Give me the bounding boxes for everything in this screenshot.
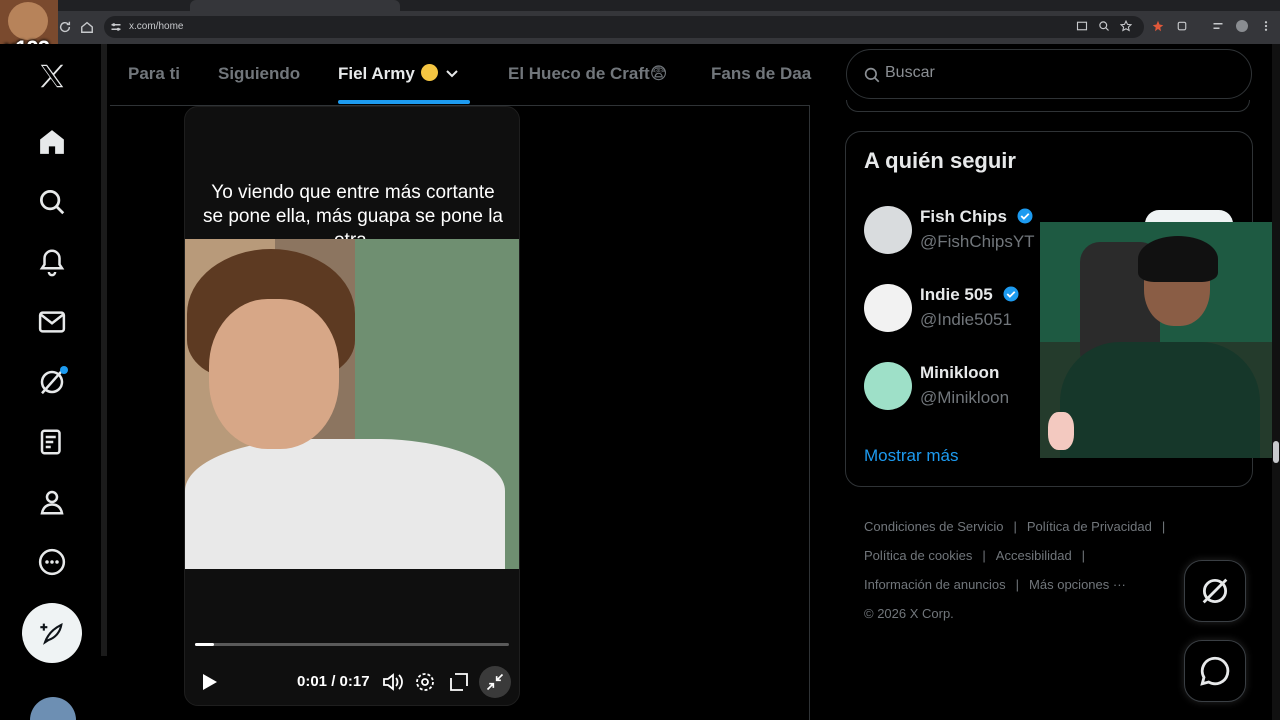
verified-badge-icon <box>1017 208 1033 224</box>
tab-fiel-army-label: Fiel Army <box>338 64 415 83</box>
footer-copyright: © 2026 X Corp. <box>864 606 954 621</box>
tab-para-ti[interactable]: Para ti <box>128 64 180 84</box>
user-name: Minikloon <box>920 363 1000 382</box>
picture-in-picture-icon[interactable] <box>447 670 471 694</box>
explore-search-icon[interactable] <box>36 186 68 218</box>
exit-fullscreen-button[interactable] <box>479 666 511 698</box>
tab-el-hueco-de-craft[interactable]: El Hueco de Craft😨 <box>508 64 667 84</box>
user-name-text: Indie 505 <box>920 285 993 304</box>
tab-fiel-army[interactable]: Fiel Army <box>338 64 460 84</box>
search-icon <box>864 67 880 83</box>
zoom-icon[interactable] <box>1098 20 1110 32</box>
user-name: Indie 505 <box>920 285 1020 305</box>
right-scrollbar[interactable] <box>1272 44 1280 720</box>
search-input[interactable] <box>885 64 1225 82</box>
verified-badge-icon <box>1003 286 1018 302</box>
user-handle: @FishChipsYT <box>920 232 1035 251</box>
extension-leaf-icon[interactable] <box>1152 20 1164 32</box>
profile-icon[interactable] <box>36 486 68 518</box>
tab-siguiendo[interactable]: Siguiendo <box>218 64 300 84</box>
footer-separator: | <box>1081 548 1086 563</box>
video-progress-bar[interactable] <box>195 643 509 646</box>
menu-dots-icon[interactable] <box>1260 20 1272 32</box>
search-box[interactable] <box>846 49 1252 99</box>
video-player[interactable]: Yo viendo que entre más cortante se pone… <box>184 106 520 706</box>
video-frame[interactable] <box>185 239 519 569</box>
left-scrollbar[interactable] <box>101 44 107 656</box>
tab-search-icon[interactable] <box>1212 20 1224 32</box>
who-to-follow-title: A quién seguir <box>864 148 1016 173</box>
grok-float-button[interactable] <box>1184 560 1246 622</box>
url-text[interactable]: x.com/home <box>129 21 183 32</box>
frame-shirt <box>185 439 505 569</box>
footer-links: Condiciones de Servicio | Política de Priv… <box>864 512 1194 628</box>
active-tab-indicator <box>338 100 470 104</box>
timeline-tabs: Para ti Siguiendo Fiel Army El Hueco de … <box>110 44 811 106</box>
left-nav <box>0 44 104 720</box>
footer-separator: | <box>1161 519 1166 534</box>
user-handle: @Minikloon <box>920 388 1010 407</box>
site-info-icon[interactable] <box>110 21 122 33</box>
lists-icon[interactable] <box>36 426 68 458</box>
user-handle: @Indie5051 <box>920 310 1012 329</box>
grok-icon[interactable] <box>36 366 68 398</box>
extensions-puzzle-icon[interactable] <box>1176 20 1188 32</box>
previous-panel-edge <box>846 100 1250 112</box>
chat-bubble-icon <box>1200 656 1230 686</box>
settings-gear-icon[interactable] <box>413 670 437 694</box>
footer-separator: | <box>1013 519 1017 534</box>
webcam-person-hair <box>1138 236 1218 282</box>
user-name: Fish Chips <box>920 207 1034 227</box>
notifications-bell-icon[interactable] <box>36 246 68 278</box>
emoji-icon <box>420 64 438 81</box>
avatar[interactable] <box>864 284 912 332</box>
profile-avatar-icon[interactable] <box>1236 20 1248 32</box>
compose-post-button[interactable] <box>22 603 82 663</box>
footer-terms-link[interactable]: Condiciones de Servicio <box>864 519 1003 534</box>
reload-icon[interactable] <box>58 20 72 34</box>
footer-cookies-link[interactable]: Política de cookies <box>864 548 972 563</box>
grok-notification-dot <box>60 366 68 374</box>
chevron-down-icon[interactable] <box>444 65 460 81</box>
footer-more-options-link[interactable]: Más opciones ··· <box>1029 577 1126 592</box>
home-icon[interactable] <box>36 126 68 158</box>
frame-face <box>209 299 339 449</box>
webcam-person-body <box>1060 342 1260 458</box>
timeline-column: Para ti Siguiendo Fiel Army El Hueco de … <box>110 44 811 720</box>
avatar[interactable] <box>864 362 912 410</box>
footer-ads-info-link[interactable]: Información de anuncios <box>864 577 1006 592</box>
address-bar[interactable] <box>104 16 1144 38</box>
more-options-icon[interactable] <box>36 546 68 578</box>
webcam-overlay <box>1040 222 1274 458</box>
collapse-arrows-icon <box>486 673 504 691</box>
volume-icon[interactable] <box>381 670 405 694</box>
feather-plus-icon <box>40 622 63 645</box>
video-time: 0:01 / 0:17 <box>297 673 370 690</box>
tab-fans-de-daa[interactable]: Fans de Daa <box>711 64 811 84</box>
grok-icon <box>1202 578 1228 604</box>
streamer-face <box>8 2 48 40</box>
messages-float-button[interactable] <box>1184 640 1246 702</box>
footer-separator: | <box>1015 577 1020 592</box>
browser-tab[interactable] <box>190 0 400 11</box>
cast-icon[interactable] <box>1076 20 1088 32</box>
footer-privacy-link[interactable]: Política de Privacidad <box>1027 519 1152 534</box>
x-logo-icon[interactable] <box>36 60 68 92</box>
account-avatar[interactable] <box>30 697 76 720</box>
play-icon[interactable] <box>197 670 221 694</box>
bookmark-star-icon[interactable] <box>1120 20 1132 32</box>
webcam-sticker <box>1048 412 1074 450</box>
footer-separator: | <box>982 548 986 563</box>
show-more-link[interactable]: Mostrar más <box>864 446 958 466</box>
video-progress-fill <box>195 643 214 646</box>
right-scrollbar-thumb[interactable] <box>1273 441 1279 463</box>
footer-accessibility-link[interactable]: Accesibilidad <box>996 548 1072 563</box>
messages-envelope-icon[interactable] <box>36 306 68 338</box>
home-browser-icon[interactable] <box>80 20 94 34</box>
user-name-text: Fish Chips <box>920 207 1007 226</box>
avatar[interactable] <box>864 206 912 254</box>
